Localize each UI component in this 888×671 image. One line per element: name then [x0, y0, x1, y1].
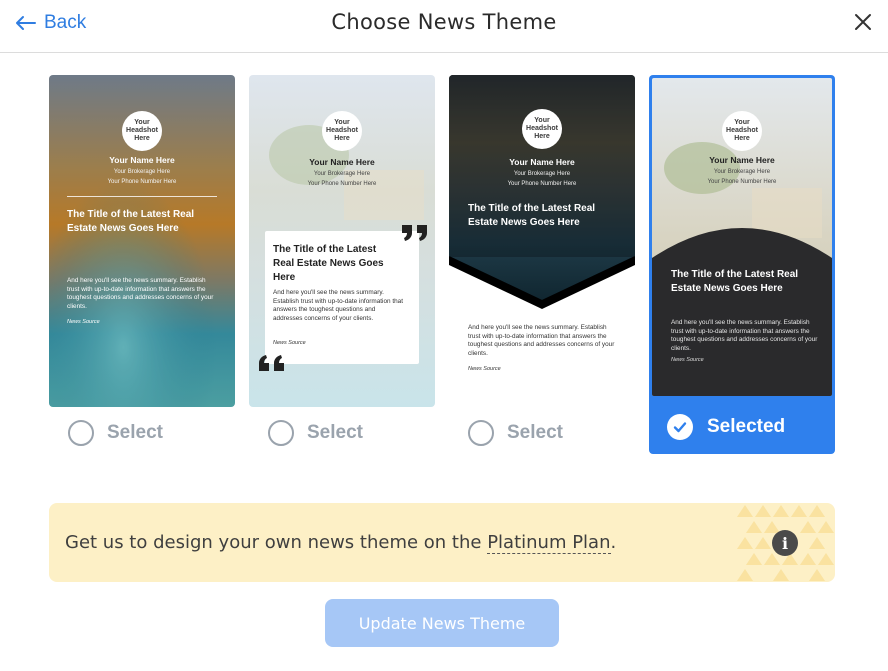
- info-icon[interactable]: i: [772, 530, 798, 556]
- news-headline: The Title of the Latest Real Estate News…: [273, 244, 384, 283]
- phone-text: Your Phone Number Here: [107, 179, 177, 185]
- banner-text-before: Get us to design your own news theme on …: [65, 532, 488, 553]
- close-quote-icon: [402, 225, 427, 241]
- news-summary: And here you'll see the news summary. Es…: [273, 289, 404, 322]
- select-theme-1[interactable]: Select: [68, 419, 163, 447]
- news-headline: The Title of the Latest Real Estate News…: [671, 269, 799, 294]
- news-headline: The Title of the Latest Real Estate News…: [468, 203, 596, 228]
- agent-name: Your Name Here: [109, 155, 175, 165]
- theme-card-4[interactable]: Your Headshot Here Your Name Here Your B…: [652, 78, 832, 396]
- brokerage-text: Your Brokerage Here: [113, 169, 171, 175]
- news-summary: And here you'll see the news summary. Es…: [468, 324, 615, 357]
- page-title: Choose News Theme: [331, 10, 557, 34]
- select-theme-2[interactable]: Select: [268, 419, 363, 447]
- banner-text-after: .: [610, 532, 617, 553]
- radio-icon: [468, 420, 494, 446]
- header: Back Choose News Theme: [0, 0, 888, 53]
- news-source: News Source: [273, 340, 306, 346]
- select-label: Select: [507, 422, 563, 443]
- headshot-placeholder: Your Headshot Here: [122, 111, 162, 151]
- close-icon: [855, 14, 871, 30]
- news-source: News Source: [468, 366, 501, 372]
- agent-name: Your Name Here: [309, 157, 375, 167]
- radio-icon: [68, 420, 94, 446]
- update-news-theme-button[interactable]: Update News Theme: [325, 599, 559, 647]
- headshot-placeholder: Your Headshot Here: [322, 111, 362, 151]
- divider: [67, 196, 217, 197]
- select-label: Select: [307, 422, 363, 443]
- theme-card-1[interactable]: Your Headshot Here Your Name Here Your B…: [49, 75, 235, 407]
- news-source: News Source: [67, 319, 100, 325]
- brokerage-text: Your Brokerage Here: [313, 171, 371, 177]
- platinum-plan-link[interactable]: Platinum Plan: [487, 532, 611, 554]
- agent-name: Your Name Here: [709, 155, 775, 165]
- radio-icon: [268, 420, 294, 446]
- select-theme-4[interactable]: Selected: [649, 400, 835, 454]
- headshot-placeholder: Your Headshot Here: [522, 109, 562, 149]
- close-button[interactable]: [850, 9, 876, 35]
- news-summary: And here you'll see the news summary. Es…: [67, 277, 214, 310]
- brokerage-text: Your Brokerage Here: [713, 169, 771, 175]
- news-headline: The Title of the Latest Real Estate News…: [67, 209, 195, 234]
- phone-text: Your Phone Number Here: [307, 181, 377, 187]
- news-source: News Source: [671, 357, 704, 363]
- phone-text: Your Phone Number Here: [707, 179, 777, 185]
- banner-text: Get us to design your own news theme on …: [65, 532, 617, 554]
- selected-label: Selected: [707, 416, 786, 437]
- phone-text: Your Phone Number Here: [507, 181, 577, 187]
- theme-card-3[interactable]: Your Headshot Here Your Name Here Your B…: [449, 75, 635, 407]
- headshot-placeholder: Your Headshot Here: [722, 111, 762, 151]
- agent-name: Your Name Here: [509, 157, 575, 167]
- select-label: Select: [107, 422, 163, 443]
- select-theme-3[interactable]: Select: [468, 419, 563, 447]
- news-summary: And here you'll see the news summary. Es…: [671, 319, 818, 352]
- platinum-plan-banner: Get us to design your own news theme on …: [49, 503, 835, 582]
- theme-card-2[interactable]: Your Headshot Here Your Name Here Your B…: [249, 75, 435, 407]
- open-quote-icon: [259, 355, 284, 371]
- brokerage-text: Your Brokerage Here: [513, 171, 571, 177]
- checkmark-icon: [667, 414, 693, 440]
